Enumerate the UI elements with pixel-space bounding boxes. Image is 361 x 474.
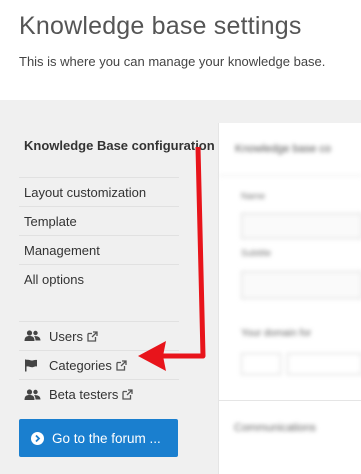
field-label-blurred: Your domain for xyxy=(241,328,312,339)
panel-heading-blurred: Knowledge base co xyxy=(235,143,332,155)
sidebar-item-template[interactable]: Template xyxy=(19,207,179,236)
external-link-icon xyxy=(122,389,134,400)
sidebar-item-kb-configuration[interactable]: Knowledge Base configuration xyxy=(19,136,215,178)
page-title: Knowledge base settings xyxy=(19,12,302,40)
external-link-icon xyxy=(87,330,98,342)
text-field-blurred xyxy=(241,271,361,299)
sidebar-link-categories[interactable]: Categories xyxy=(19,351,179,380)
sidebar-link-beta-testers[interactable]: Beta testers xyxy=(19,380,179,409)
sidebar-item-all-options[interactable]: All options xyxy=(19,265,179,294)
text-field-blurred xyxy=(241,213,361,239)
select-field-blurred xyxy=(241,353,281,375)
field-label-blurred: Name xyxy=(241,191,266,201)
sidebar-link-label: Beta testers xyxy=(49,387,119,402)
flag-icon xyxy=(24,359,42,372)
sidebar-divider xyxy=(19,294,179,322)
users-icon xyxy=(24,388,42,401)
panel-divider xyxy=(218,400,361,401)
users-icon xyxy=(24,330,42,342)
page-header: Knowledge base settings This is where yo… xyxy=(0,0,361,100)
sidebar-link-label: Categories xyxy=(49,357,112,373)
external-link-icon xyxy=(116,359,127,371)
field-label-blurred: Subtitle xyxy=(241,248,272,258)
sidebar-link-users[interactable]: Users xyxy=(19,322,179,351)
sidebar-link-label: Users xyxy=(49,328,83,344)
panel-divider xyxy=(219,175,361,176)
sidebar-item-layout-customization[interactable]: Layout customization xyxy=(19,178,179,207)
settings-sidebar: Knowledge Base configuration Layout cust… xyxy=(19,136,215,409)
text-field-blurred xyxy=(287,353,361,375)
go-to-forum-button[interactable]: Go to the forum ... xyxy=(19,419,178,457)
go-to-forum-label: Go to the forum ... xyxy=(52,430,161,446)
page-subtitle: This is where you can manage your knowle… xyxy=(19,54,326,69)
chevron-right-circle-icon xyxy=(31,431,44,445)
panel-footer-blurred: Communications xyxy=(234,422,316,434)
sidebar-item-management[interactable]: Management xyxy=(19,236,179,265)
